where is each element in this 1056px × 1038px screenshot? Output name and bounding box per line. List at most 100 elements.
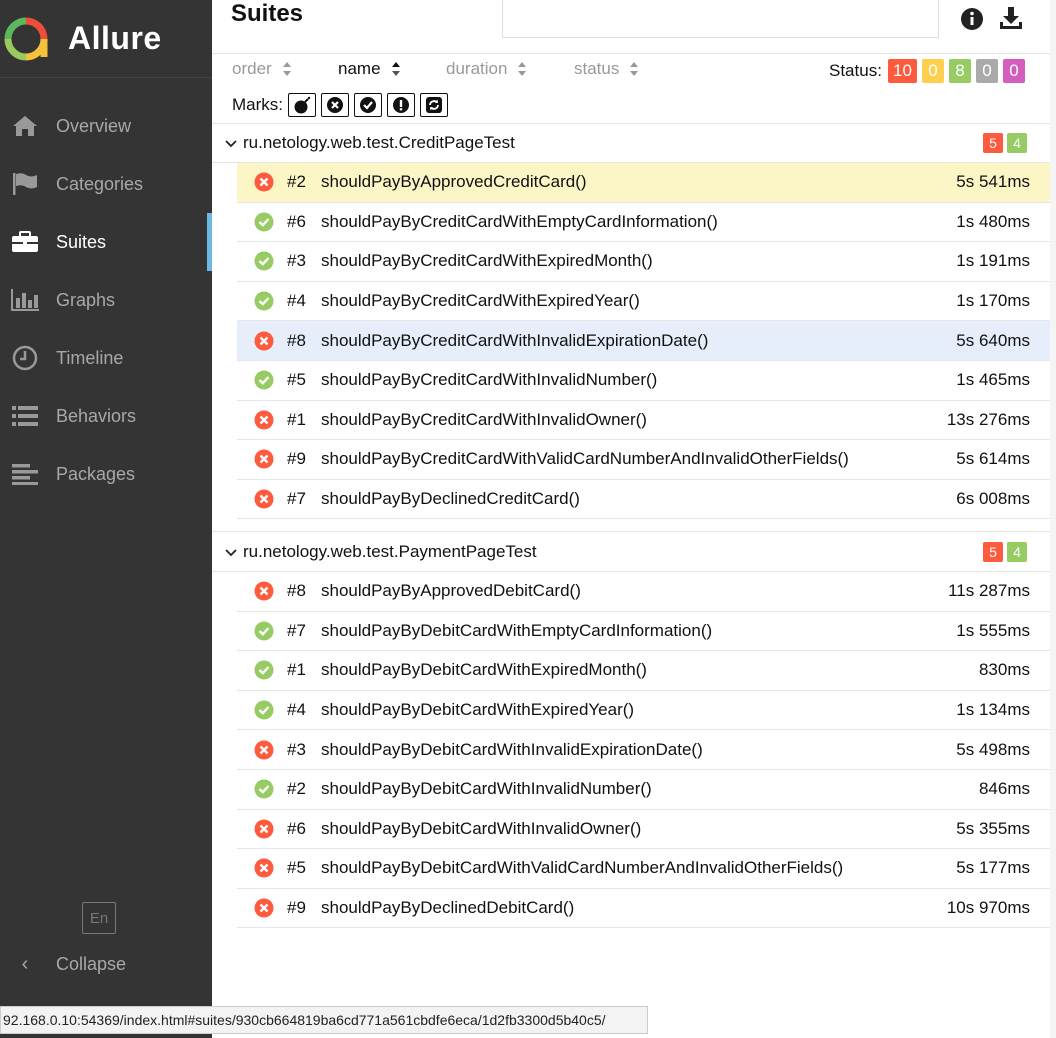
test-duration: 5s 498ms [956, 739, 1030, 759]
test-row[interactable]: #8 shouldPayByApprovedDebitCard() 11s 287m… [237, 572, 1050, 612]
test-order-number: #2 [287, 779, 306, 799]
pane-header: Suites [212, 0, 1050, 54]
sort-order[interactable]: order [232, 59, 292, 79]
collapse-label: Collapse [56, 953, 127, 974]
sidebar-item-packages[interactable]: Packages [0, 445, 212, 503]
sidebar-item-timeline[interactable]: Timeline [0, 329, 212, 387]
sorter-label: duration [446, 59, 508, 78]
status-count-badge[interactable]: 0 [1002, 59, 1025, 83]
failed-status-icon [254, 898, 274, 918]
suite-group: ru.netology.web.test.CreditPageTest 5 4 … [212, 123, 1050, 533]
collapse-button[interactable]: ‹ Collapse [10, 944, 126, 984]
passed-status-icon [254, 621, 274, 641]
sidebar-item-suites[interactable]: Suites [0, 213, 212, 271]
test-row[interactable]: #6 shouldPayByDebitCardWithInvalidOwner()… [237, 810, 1050, 850]
test-name: shouldPayByCreditCardWithExpiredMonth() [321, 251, 653, 271]
search-input[interactable] [502, 0, 939, 38]
language-button[interactable]: En [82, 902, 116, 934]
test-row[interactable]: #9 shouldPayByCreditCardWithValidCardNumb… [237, 440, 1050, 480]
test-row[interactable]: #4 shouldPayByCreditCardWithExpiredYear()… [237, 282, 1050, 322]
test-row[interactable]: #5 shouldPayByDebitCardWithValidCardNumbe… [237, 849, 1050, 889]
new-failed-icon[interactable] [321, 93, 349, 117]
status-count-badge[interactable]: 8 [948, 59, 971, 83]
test-order-number: #7 [287, 620, 306, 640]
passed-status-icon [254, 212, 274, 232]
scrollbar[interactable] [1050, 0, 1056, 1038]
suite-header[interactable]: ru.netology.web.test.CreditPageTest 5 4 [212, 123, 1050, 163]
status-count-badge[interactable]: 0 [975, 59, 998, 83]
sort-duration[interactable]: duration [446, 59, 527, 79]
marks-label: Marks: [232, 95, 283, 114]
brand-name: Allure [68, 20, 162, 56]
test-row[interactable]: #9 shouldPayByDeclinedDebitCard() 10s 970m… [237, 889, 1050, 929]
test-row[interactable]: #7 shouldPayByDeclinedCreditCard() 6s 008m… [237, 480, 1050, 520]
test-row[interactable]: #1 shouldPayByCreditCardWithInvalidOwner(… [237, 401, 1050, 441]
suite-divider [212, 519, 1050, 533]
test-name: shouldPayByCreditCardWithValidCardNumber… [321, 449, 849, 469]
test-name: shouldPayByDeclinedDebitCard() [321, 898, 575, 918]
sidebar-item-behaviors[interactable]: Behaviors [0, 387, 212, 445]
briefcase-icon [10, 229, 40, 255]
test-order-number: #9 [287, 898, 306, 918]
test-name: shouldPayByDebitCardWithInvalidOwner() [321, 818, 642, 838]
flaky-bomb-icon[interactable] [288, 93, 316, 117]
sidebar-item-label: Timeline [56, 347, 124, 368]
browser-status-url: 92.168.0.10:54369/index.html#suites/930c… [0, 1006, 648, 1034]
sort-name[interactable]: name [338, 59, 401, 79]
sort-status[interactable]: status [574, 59, 639, 79]
test-name: shouldPayByDebitCardWithEmptyCardInforma… [321, 620, 713, 640]
test-row[interactable]: #2 shouldPayByDebitCardWithInvalidNumber(… [237, 770, 1050, 810]
suite-header[interactable]: ru.netology.web.test.PaymentPageTest 5 4 [212, 532, 1050, 572]
failed-status-icon [254, 581, 274, 601]
test-row[interactable]: #1 shouldPayByDebitCardWithExpiredMonth()… [237, 651, 1050, 691]
suite-status-badges: 5 4 [983, 542, 1027, 562]
test-row[interactable]: #7 shouldPayByDebitCardWithEmptyCardInfor… [237, 612, 1050, 652]
test-duration: 5s 614ms [956, 449, 1030, 469]
info-icon[interactable] [960, 7, 984, 31]
test-name: shouldPayByApprovedCreditCard() [321, 172, 587, 192]
test-order-number: #3 [287, 739, 306, 759]
status-count-badge[interactable]: 0 [921, 59, 944, 83]
chevron-down-icon [225, 544, 239, 560]
test-name: shouldPayByDebitCardWithExpiredYear() [321, 700, 635, 720]
status-count-badge[interactable]: 10 [888, 59, 917, 83]
failed-status-icon [254, 331, 274, 351]
new-passed-icon[interactable] [354, 93, 382, 117]
failed-status-icon [254, 858, 274, 878]
test-duration: 5s 355ms [956, 818, 1030, 838]
passed-status-icon [254, 370, 274, 390]
new-broken-icon[interactable] [387, 93, 415, 117]
test-name: shouldPayByDeclinedCreditCard() [321, 489, 580, 509]
sidebar: Allure Overview Categories Suites Graphs [0, 0, 212, 1038]
sidebar-item-categories[interactable]: Categories [0, 155, 212, 213]
test-duration: 13s 276ms [946, 409, 1030, 429]
test-row[interactable]: #8 shouldPayByCreditCardWithInvalidExpira… [237, 321, 1050, 361]
status-filter-badges: 10 0 8 0 0 [888, 59, 1025, 83]
brand[interactable]: Allure [0, 0, 212, 78]
test-row[interactable]: #2 shouldPayByApprovedCreditCard() 5s 541m… [237, 163, 1050, 203]
test-row[interactable]: #4 shouldPayByDebitCardWithExpiredYear() 1… [237, 691, 1050, 731]
suite-name: ru.netology.web.test.PaymentPageTest [243, 541, 537, 561]
test-order-number: #8 [287, 581, 306, 601]
test-duration: 1s 191ms [956, 251, 1030, 271]
download-icon[interactable] [998, 5, 1024, 31]
test-name: shouldPayByDebitCardWithValidCardNumberA… [321, 858, 844, 878]
test-duration: 1s 555ms [956, 620, 1030, 640]
retries-icon[interactable] [420, 93, 448, 117]
failed-status-icon [254, 410, 274, 430]
test-row[interactable]: #6 shouldPayByCreditCardWithEmptyCardInfo… [237, 203, 1050, 243]
test-order-number: #3 [287, 251, 306, 271]
test-row[interactable]: #5 shouldPayByCreditCardWithInvalidNumber… [237, 361, 1050, 401]
sidebar-item-graphs[interactable]: Graphs [0, 271, 212, 329]
test-row[interactable]: #3 shouldPayByDebitCardWithInvalidExpirat… [237, 730, 1050, 770]
test-row[interactable]: #3 shouldPayByCreditCardWithExpiredMonth(… [237, 242, 1050, 282]
test-order-number: #6 [287, 818, 306, 838]
test-duration: 846ms [978, 779, 1030, 799]
test-name: shouldPayByCreditCardWithInvalidExpirati… [321, 330, 709, 350]
failed-status-icon [254, 740, 274, 760]
test-order-number: #4 [287, 291, 306, 311]
sort-arrows-icon [282, 61, 292, 77]
passed-status-icon [254, 700, 274, 720]
sidebar-item-label: Categories [56, 173, 144, 194]
sidebar-item-overview[interactable]: Overview [0, 97, 212, 155]
